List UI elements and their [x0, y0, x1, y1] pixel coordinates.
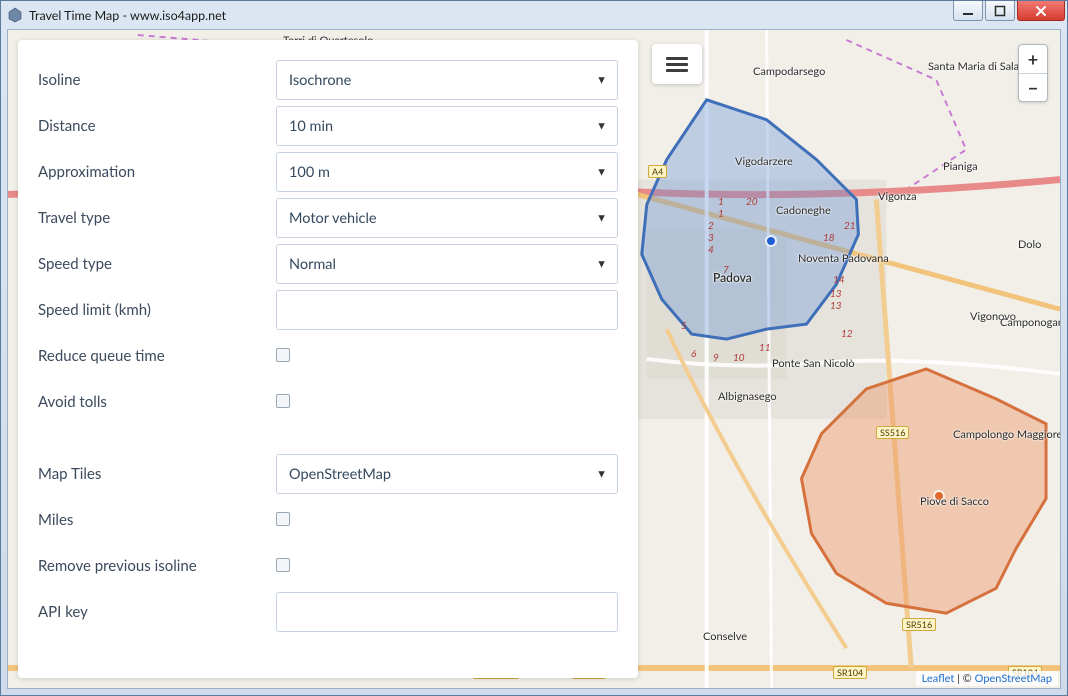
select-value: 10 min: [289, 118, 333, 135]
plus-icon: +: [1028, 48, 1038, 70]
leaflet-link[interactable]: Leaflet: [922, 672, 955, 685]
chevron-down-icon: ▼: [596, 258, 607, 271]
map-tiles-label: Map Tiles: [38, 465, 276, 483]
chevron-down-icon: ▼: [596, 120, 607, 133]
zoom-out-button[interactable]: −: [1019, 73, 1047, 101]
origin-marker-orange: [933, 490, 945, 502]
select-value: Motor vehicle: [289, 210, 377, 227]
api-key-label: API key: [38, 603, 276, 621]
travel-type-label: Travel type: [38, 209, 276, 227]
client-area: Torri di Quartesolo Campodarsego Santa M…: [7, 29, 1061, 689]
app-window: Travel Time Map - www.iso4app.net: [0, 0, 1068, 696]
distance-select[interactable]: 10 min ▼: [276, 106, 618, 146]
api-key-input-wrapper: [276, 592, 618, 632]
attribution-sep: | ©: [954, 672, 974, 685]
isoline-select[interactable]: Isochrone ▼: [276, 60, 618, 100]
zoom-control: + −: [1018, 44, 1048, 102]
approximation-select[interactable]: 100 m ▼: [276, 152, 618, 192]
titlebar: Travel Time Map - www.iso4app.net: [1, 1, 1067, 29]
minimize-button[interactable]: [953, 1, 983, 21]
map-tiles-select[interactable]: OpenStreetMap ▼: [276, 454, 618, 494]
close-button[interactable]: [1017, 1, 1065, 21]
select-value: Isochrone: [289, 72, 351, 89]
select-value: OpenStreetMap: [289, 466, 391, 483]
miles-label: Miles: [38, 511, 276, 529]
speed-limit-input-wrapper: [276, 290, 618, 330]
travel-type-select[interactable]: Motor vehicle ▼: [276, 198, 618, 238]
map-attribution: Leaflet | © OpenStreetMap: [916, 671, 1058, 686]
window-title: Travel Time Map - www.iso4app.net: [29, 8, 226, 23]
osm-link[interactable]: OpenStreetMap: [975, 672, 1052, 685]
chevron-down-icon: ▼: [596, 212, 607, 225]
hamburger-icon: [666, 54, 688, 75]
reduce-queue-label: Reduce queue time: [38, 347, 276, 365]
distance-label: Distance: [38, 117, 276, 135]
remove-prev-checkbox[interactable]: [276, 558, 290, 572]
select-value: 100 m: [289, 164, 330, 181]
miles-checkbox[interactable]: [276, 512, 290, 526]
reduce-queue-checkbox[interactable]: [276, 348, 290, 362]
avoid-tolls-label: Avoid tolls: [38, 393, 276, 411]
app-icon: [7, 7, 23, 23]
speed-limit-input[interactable]: [289, 302, 589, 318]
minus-icon: −: [1028, 77, 1038, 99]
avoid-tolls-checkbox[interactable]: [276, 394, 290, 408]
select-value: Normal: [289, 256, 336, 273]
zoom-in-button[interactable]: +: [1019, 45, 1047, 73]
speed-type-label: Speed type: [38, 255, 276, 273]
isoline-label: Isoline: [38, 71, 276, 89]
approximation-label: Approximation: [38, 163, 276, 181]
window-controls: [951, 1, 1065, 21]
menu-toggle-button[interactable]: [652, 44, 702, 84]
speed-limit-label: Speed limit (kmh): [38, 301, 276, 319]
maximize-button[interactable]: [985, 1, 1015, 21]
origin-marker-blue: [765, 235, 777, 247]
speed-type-select[interactable]: Normal ▼: [276, 244, 618, 284]
chevron-down-icon: ▼: [596, 74, 607, 87]
chevron-down-icon: ▼: [596, 166, 607, 179]
api-key-input[interactable]: [289, 604, 589, 620]
remove-prev-label: Remove previous isoline: [38, 557, 276, 575]
settings-panel: Isoline Isochrone ▼ Distance 10 min ▼ Appr…: [18, 40, 638, 678]
chevron-down-icon: ▼: [596, 468, 607, 481]
